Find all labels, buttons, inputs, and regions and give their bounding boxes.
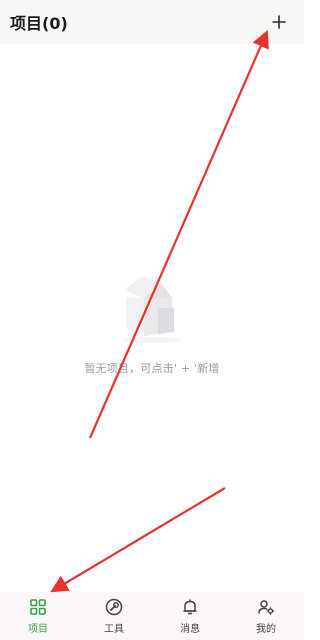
annotation-arrow-to-add <box>88 29 269 439</box>
annotation-arrow-to-tab <box>50 487 226 593</box>
bottom-tab-bar: 项目 工具 消息 我的 <box>0 592 304 640</box>
tab-projects[interactable]: 项目 <box>8 594 68 638</box>
tab-label-mine: 我的 <box>256 624 276 635</box>
tab-messages[interactable]: 消息 <box>160 594 220 638</box>
empty-state: 暂无项目，可点击' + '新增 <box>0 268 304 376</box>
tab-label-tools: 工具 <box>104 624 124 635</box>
wrench-icon <box>104 597 124 617</box>
top-bar: 项目(0) <box>0 0 304 44</box>
bell-icon <box>180 597 200 617</box>
tab-label-messages: 消息 <box>180 624 200 635</box>
grid-icon <box>28 597 48 617</box>
empty-house-illustration <box>122 276 182 343</box>
page-title: 项目(0) <box>10 14 68 33</box>
plus-icon <box>272 15 286 29</box>
tab-label-projects: 项目 <box>28 624 48 635</box>
tab-mine[interactable]: 我的 <box>236 594 296 638</box>
tab-tools[interactable]: 工具 <box>84 594 144 638</box>
add-project-button[interactable] <box>266 9 292 35</box>
empty-message: 暂无项目，可点击' + '新增 <box>84 362 220 375</box>
user-settings-icon <box>256 597 276 617</box>
